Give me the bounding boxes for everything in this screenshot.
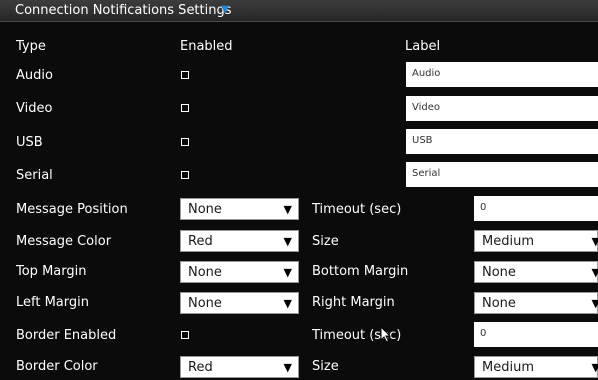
message-color-value: Red [188,234,213,249]
audio-enabled-checkbox[interactable] [181,71,189,79]
type-serial-label: Serial [16,168,53,183]
message-timeout-input[interactable]: 0 [474,196,598,221]
border-size-select[interactable]: Medium ▼ [474,356,598,378]
column-header-enabled: Enabled [180,39,233,54]
border-enabled-label: Border Enabled [16,328,117,343]
column-header-label: Label [405,39,441,54]
border-enabled-checkbox[interactable] [181,331,189,339]
chevron-down-icon: ▼ [283,361,292,374]
type-audio-label: Audio [16,68,53,83]
border-color-select[interactable]: Red ▼ [180,356,299,378]
border-color-value: Red [188,360,213,375]
message-position-value: None [188,202,222,217]
type-video-label: Video [16,101,53,116]
message-position-label: Message Position [16,202,128,217]
border-size-value: Medium [482,360,534,375]
message-timeout-value: 0 [480,202,487,213]
right-margin-value: None [482,296,516,311]
message-size-value: Medium [482,234,534,249]
size-label: Size [312,234,339,249]
right-margin-label: Right Margin [312,295,395,310]
timeout-label: Timeout (sec) [312,202,402,217]
video-enabled-checkbox[interactable] [181,104,189,112]
message-size-select[interactable]: Medium ▼ [474,230,598,252]
border-color-label: Border Color [16,359,98,374]
chevron-down-icon: ▼ [591,266,598,279]
chevron-down-icon: ▼ [591,361,598,374]
collapse-caret-icon[interactable]: ▼ [221,4,229,15]
usb-label-input[interactable]: USB [406,129,598,154]
chevron-down-icon: ▼ [591,297,598,310]
top-margin-label: Top Margin [16,264,87,279]
border-size-label: Size [312,359,339,374]
left-margin-select[interactable]: None ▼ [180,292,299,314]
border-timeout-input[interactable]: 0 [474,322,598,347]
top-margin-select[interactable]: None ▼ [180,261,299,283]
chevron-down-icon: ▼ [283,297,292,310]
video-label-input[interactable]: Video [406,96,598,121]
usb-label-value: USB [412,135,433,146]
message-color-select[interactable]: Red ▼ [180,230,299,252]
chevron-down-icon: ▼ [283,266,292,279]
column-header-type: Type [16,39,46,54]
mouse-cursor-icon [380,326,392,343]
panel-title: Connection Notifications Settings [15,3,232,18]
chevron-down-icon: ▼ [591,235,598,248]
chevron-down-icon: ▼ [283,235,292,248]
serial-label-input[interactable]: Serial [406,162,598,187]
bottom-margin-label: Bottom Margin [312,264,409,279]
type-usb-label: USB [16,135,43,150]
left-margin-value: None [188,296,222,311]
audio-label-value: Audio [412,68,441,79]
serial-enabled-checkbox[interactable] [181,171,189,179]
audio-label-input[interactable]: Audio [406,62,598,87]
right-margin-select[interactable]: None ▼ [474,292,598,314]
chevron-down-icon: ▼ [283,203,292,216]
video-label-value: Video [412,102,441,113]
bottom-margin-value: None [482,265,516,280]
message-color-label: Message Color [16,234,112,249]
bottom-margin-select[interactable]: None ▼ [474,261,598,283]
border-timeout-value: 0 [480,328,487,339]
usb-enabled-checkbox[interactable] [181,138,189,146]
serial-label-value: Serial [412,168,441,179]
message-position-select[interactable]: None ▼ [180,198,299,220]
left-margin-label: Left Margin [16,295,89,310]
panel-header[interactable]: Connection Notifications Settings ▼ [0,0,598,22]
connection-notifications-panel: Connection Notifications Settings ▼ Type… [0,0,598,380]
top-margin-value: None [188,265,222,280]
